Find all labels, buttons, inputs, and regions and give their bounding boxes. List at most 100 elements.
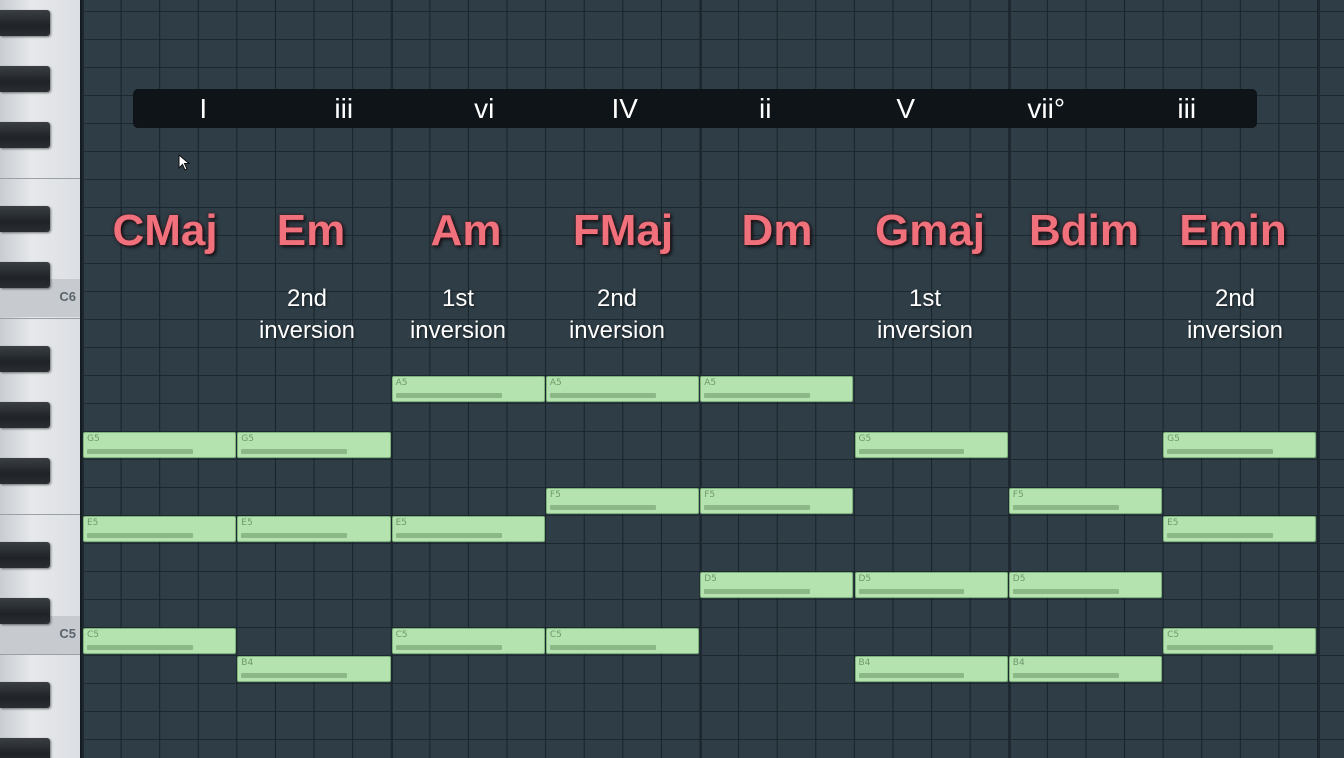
- note-pitch-label: F5: [549, 490, 561, 500]
- inversion-word: inversion: [568, 317, 666, 344]
- note-velocity-bar: [704, 393, 811, 398]
- note-pitch-label: F5: [1012, 490, 1024, 500]
- black-key[interactable]: [0, 262, 50, 288]
- note-block[interactable]: D5: [700, 572, 854, 598]
- note-pitch-label: B4: [858, 658, 871, 668]
- octave-label-c6: C6: [59, 289, 76, 304]
- note-block[interactable]: A5: [700, 376, 854, 402]
- note-block[interactable]: A5: [391, 376, 545, 402]
- note-block[interactable]: C5: [83, 628, 237, 654]
- chord-name: Dm: [741, 206, 813, 255]
- black-key[interactable]: [0, 738, 50, 758]
- note-velocity-bar: [87, 533, 193, 538]
- note-block[interactable]: G5: [854, 432, 1008, 458]
- note-pitch-label: D5: [1012, 574, 1026, 584]
- note-pitch-label: B4: [1012, 658, 1025, 668]
- note-block[interactable]: E5: [237, 516, 391, 542]
- inversion-ordinal: 1st: [441, 285, 474, 312]
- black-key[interactable]: [0, 206, 50, 232]
- piano-keyboard[interactable]: C6 C5: [0, 0, 82, 758]
- note-velocity-bar: [241, 533, 348, 538]
- white-key-divider: [0, 514, 80, 515]
- note-block[interactable]: B4: [237, 656, 391, 682]
- black-key[interactable]: [0, 682, 50, 708]
- note-block[interactable]: E5: [1163, 516, 1317, 542]
- note-velocity-bar: [1167, 645, 1273, 650]
- mouse-pointer-icon: [178, 154, 191, 171]
- roman-numeral: IV: [611, 93, 638, 124]
- inversion-ordinal: 1st: [908, 285, 941, 312]
- note-block[interactable]: B4: [1008, 656, 1163, 682]
- black-key[interactable]: [0, 598, 50, 624]
- note-pitch-label: B4: [241, 658, 254, 668]
- inversion-ordinal: 2nd: [286, 285, 328, 312]
- note-block[interactable]: E5: [83, 516, 237, 542]
- black-key[interactable]: [0, 122, 50, 148]
- note-block[interactable]: C5: [391, 628, 545, 654]
- black-key[interactable]: [0, 458, 50, 484]
- black-key[interactable]: [0, 66, 50, 92]
- inversion-ordinal: 2nd: [1214, 285, 1256, 312]
- note-velocity-bar: [87, 645, 193, 650]
- note-pitch-label: D5: [704, 574, 717, 584]
- inversion-word: inversion: [258, 317, 356, 344]
- roman-numeral: I: [199, 93, 208, 124]
- note-block[interactable]: C5: [545, 628, 700, 654]
- note-pitch-label: C5: [87, 630, 100, 640]
- note-velocity-bar: [87, 449, 193, 454]
- note-block[interactable]: D5: [854, 572, 1008, 598]
- note-velocity-bar: [549, 505, 656, 510]
- note-pitch-label: E5: [1167, 518, 1179, 528]
- note-block[interactable]: F5: [545, 488, 700, 514]
- roman-numeral: vi: [474, 93, 495, 124]
- chord-name: CMaj: [112, 206, 218, 255]
- note-block[interactable]: G5: [1163, 432, 1317, 458]
- black-key[interactable]: [0, 10, 50, 36]
- note-block[interactable]: A5: [545, 376, 700, 402]
- note-pitch-label: C5: [549, 630, 562, 640]
- roman-numeral: V: [896, 93, 916, 124]
- white-key-divider: [0, 178, 80, 179]
- inversion-label: 2nd inversion: [540, 283, 694, 347]
- chord-name: FMaj: [572, 206, 674, 255]
- roman-numeral: ii: [759, 93, 772, 124]
- inversion-word: inversion: [409, 317, 507, 344]
- chord-name: Bdim: [1029, 206, 1139, 255]
- note-block[interactable]: E5: [391, 516, 545, 542]
- note-pitch-label: E5: [241, 518, 253, 528]
- note-pitch-label: E5: [395, 518, 408, 528]
- note-velocity-bar: [395, 533, 502, 538]
- note-pitch-label: E5: [87, 518, 99, 528]
- white-key-divider: [0, 318, 80, 319]
- roman-numeral: iii: [334, 93, 354, 124]
- roman-numeral-bar: I iii vi IV ii V vii° iii: [133, 89, 1257, 128]
- roman-numeral: vii°: [1027, 93, 1066, 124]
- note-block[interactable]: B4: [854, 656, 1008, 682]
- chord-name: Am: [430, 206, 502, 255]
- note-pitch-label: G5: [858, 434, 872, 444]
- note-velocity-bar: [395, 393, 502, 398]
- inversion-label: 1st inversion: [848, 283, 1002, 347]
- note-pitch-label: G5: [241, 434, 254, 444]
- note-pitch-label: A5: [704, 378, 717, 388]
- note-pitch-label: C5: [395, 630, 408, 640]
- black-key[interactable]: [0, 402, 50, 428]
- note-block[interactable]: G5: [83, 432, 237, 458]
- note-velocity-bar: [549, 645, 656, 650]
- note-velocity-bar: [1167, 533, 1273, 538]
- note-block[interactable]: F5: [700, 488, 854, 514]
- note-pitch-label: A5: [549, 378, 562, 388]
- note-block[interactable]: G5: [237, 432, 391, 458]
- note-velocity-bar: [1012, 673, 1119, 678]
- chord-name: Gmaj: [874, 206, 986, 255]
- note-block[interactable]: D5: [1008, 572, 1163, 598]
- black-key[interactable]: [0, 542, 50, 568]
- note-pitch-label: C5: [1167, 630, 1180, 640]
- note-block[interactable]: F5: [1008, 488, 1163, 514]
- chord-name: Em: [276, 206, 346, 255]
- note-pitch-label: G5: [1167, 434, 1180, 444]
- black-key[interactable]: [0, 346, 50, 372]
- note-velocity-bar: [241, 449, 348, 454]
- note-block[interactable]: C5: [1163, 628, 1317, 654]
- note-velocity-bar: [704, 505, 811, 510]
